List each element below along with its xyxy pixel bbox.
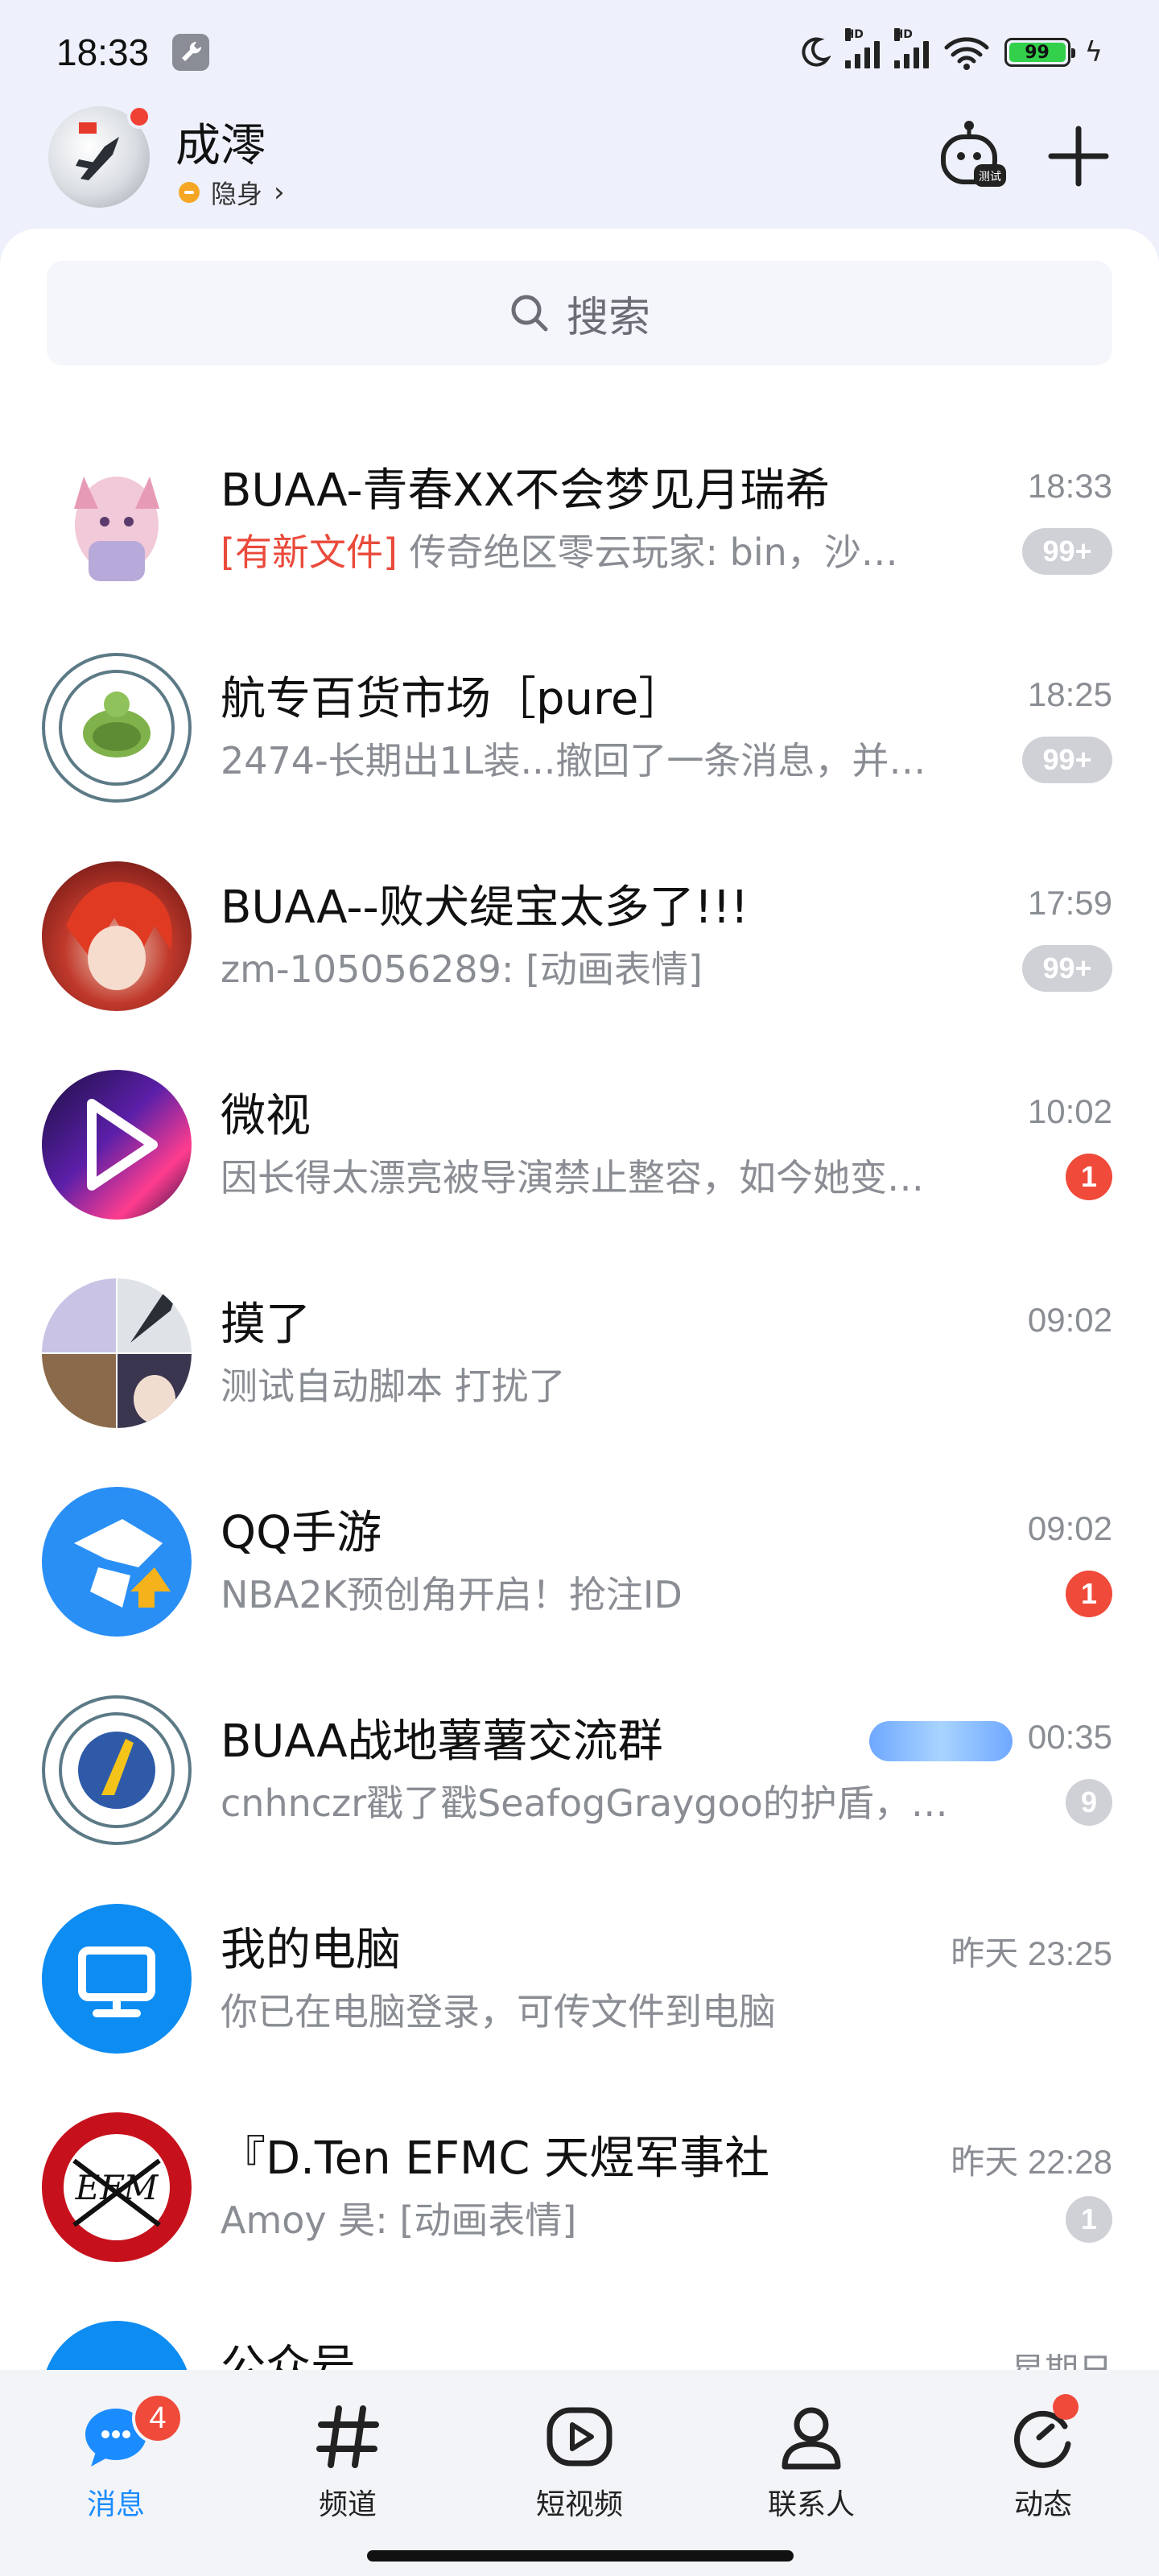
svg-text:测试: 测试 xyxy=(979,171,1001,184)
conversation-preview: NBA2K预创角开启！抢注ID xyxy=(221,1573,683,1616)
conversation-time: 18:25 xyxy=(1027,675,1112,713)
play-icon xyxy=(547,2407,612,2467)
conversation-preview: 测试自动脚本 打扰了 xyxy=(221,1364,566,1408)
status-icons: HD HD 99 ϟ xyxy=(798,28,1103,72)
battery-level: 99 xyxy=(1008,43,1066,63)
conversation-title: QQ手游 xyxy=(221,1507,382,1559)
group-title-decoration xyxy=(869,1721,1013,1761)
charging-icon: ϟ xyxy=(1084,36,1103,68)
tab-contacts[interactable]: 联系人 xyxy=(731,2402,892,2547)
conversation-time: 00:35 xyxy=(1027,1718,1112,1756)
moon-icon xyxy=(801,37,831,67)
conversation-title: BUAA战地薯薯交流群 xyxy=(221,1715,663,1768)
main-panel: 搜索 BUAA-青春XX不会梦见月瑞希 [有新文件] 传奇绝区零云玩家: bin… xyxy=(0,229,1159,2471)
search-placeholder: 搜索 xyxy=(566,293,650,342)
profile-name[interactable]: 成澪 xyxy=(175,109,266,175)
conversation-time: 09:02 xyxy=(1027,1301,1112,1339)
hashtag-icon xyxy=(316,2405,379,2468)
tab-channels[interactable]: 频道 xyxy=(267,2402,428,2547)
chevron-right-icon: › xyxy=(274,176,285,208)
home-indicator[interactable] xyxy=(367,2550,794,2562)
tab-messages[interactable]: 4 消息 xyxy=(35,2392,196,2547)
group-avatar: EFM xyxy=(42,2112,192,2262)
conversation-title: 摸了 xyxy=(221,1298,311,1351)
avatar-notification-dot xyxy=(127,105,151,129)
conversation-title: 微视 xyxy=(221,1090,311,1142)
conversation-time: 17:59 xyxy=(1027,884,1112,922)
conversation-row[interactable]: 微视 因长得太漂亮被导演禁止整容，如今她变… 10:02 1 xyxy=(0,1039,1159,1248)
unread-badge: 99+ xyxy=(1022,737,1112,783)
tab-short-video[interactable]: 短视频 xyxy=(499,2402,660,2547)
status-bar: 18:33 HD HD 99 ϟ xyxy=(0,0,1159,97)
conversation-preview: cnhnczr戳了戳SeafogGraygoo的护盾，… xyxy=(221,1781,948,1825)
my-computer-avatar xyxy=(42,1904,192,2054)
tab-label: 联系人 xyxy=(767,2488,855,2521)
conversation-preview: [有新文件] 传奇绝区零云玩家: bin，沙… xyxy=(221,523,993,576)
conversation-preview: 你已在电脑登录，可传文件到电脑 xyxy=(221,1990,776,2033)
unread-badge: 99+ xyxy=(1022,945,1112,992)
conversation-preview: Amoy 昊: [动画表情] xyxy=(221,2198,577,2242)
tab-label: 消息 xyxy=(86,2488,145,2521)
conversation-preview: 2474-长期出1L装...撤回了一条消息，并… xyxy=(221,739,926,782)
status-time: 18:33 xyxy=(56,31,150,73)
group-avatar xyxy=(42,444,192,594)
conversation-time: 昨天 22:28 xyxy=(951,2143,1112,2181)
group-avatar xyxy=(42,861,192,1011)
conversation-row[interactable]: EFM 『D.Ten EFMC 天煜军事社 Amoy 昊: [动画表情] 昨天 … xyxy=(0,2082,1159,2290)
group-avatar xyxy=(42,1695,192,1845)
conversation-title: 航专百货市场［pure］ xyxy=(221,673,684,725)
unread-badge: 1 xyxy=(1066,2196,1112,2243)
conversation-preview: zm-105056289: [动画表情] xyxy=(221,947,703,991)
conversation-time: 18:33 xyxy=(1027,467,1112,505)
moments-notification-dot xyxy=(1053,2394,1079,2420)
conversation-time: 昨天 23:25 xyxy=(951,1934,1112,1972)
unread-badge: 1 xyxy=(1066,1571,1112,1617)
conversation-preview: 因长得太漂亮被导演禁止整容，如今她变… xyxy=(221,1156,924,1199)
wifi-icon xyxy=(944,37,989,70)
online-status-label: 隐身 xyxy=(211,179,263,209)
conversation-time: 09:02 xyxy=(1027,1509,1112,1547)
tab-moments[interactable]: 动态 xyxy=(963,2394,1124,2547)
unread-badge: 99+ xyxy=(1022,528,1112,575)
invisible-status-icon xyxy=(179,182,200,203)
tab-label: 动态 xyxy=(1013,2488,1072,2521)
qq-games-avatar xyxy=(42,1487,192,1637)
conversation-time: 10:02 xyxy=(1027,1092,1112,1130)
plus-icon[interactable] xyxy=(1048,126,1109,187)
conversation-row[interactable]: QQ手游 NBA2K预创角开启！抢注ID 09:02 1 xyxy=(0,1456,1159,1665)
conversation-row[interactable]: BUAA-青春XX不会梦见月瑞希 [有新文件] 传奇绝区零云玩家: bin，沙…… xyxy=(0,414,1159,622)
online-status[interactable]: 隐身 › xyxy=(179,174,285,211)
conversation-title: BUAA--败犬缇宝太多了!!! xyxy=(221,881,749,934)
group-avatar xyxy=(42,653,192,803)
header: 成澪 隐身 › 测试 xyxy=(0,97,1159,217)
bottom-tab-bar: 4 消息 频道 短视频 联系人 动态 xyxy=(0,2370,1159,2576)
search-icon xyxy=(511,295,548,332)
group-avatar-collage xyxy=(42,1278,192,1428)
conversation-row[interactable]: 摸了 测试自动脚本 打扰了 09:02 xyxy=(0,1248,1159,1456)
search-bar[interactable]: 搜索 xyxy=(47,261,1112,365)
messages-badge: 4 xyxy=(132,2392,184,2444)
signal-icon-2: HD xyxy=(893,28,929,68)
conversation-title: 『D.Ten EFMC 天煜军事社 xyxy=(221,2132,770,2185)
signal-icon: HD xyxy=(844,28,880,68)
unread-badge: 9 xyxy=(1066,1779,1112,1826)
wrench-icon xyxy=(172,34,209,71)
conversation-row[interactable]: 航专百货市场［pure］ 2474-长期出1L装...撤回了一条消息，并… 18… xyxy=(0,622,1159,831)
tab-label: 短视频 xyxy=(535,2488,623,2521)
robot-test-icon[interactable]: 测试 xyxy=(937,119,1009,192)
svg-text:EFM: EFM xyxy=(75,2168,159,2207)
conversation-row[interactable]: 我的电脑 你已在电脑登录，可传文件到电脑 昨天 23:25 xyxy=(0,1873,1159,2082)
conversation-title: 我的电脑 xyxy=(221,1924,401,1976)
unread-badge: 1 xyxy=(1066,1154,1112,1200)
conversation-row[interactable]: BUAA战地薯薯交流群 cnhnczr戳了戳SeafogGraygoo的护盾，…… xyxy=(0,1665,1159,1873)
conversation-preview-text: 传奇绝区零云玩家: bin，沙… xyxy=(397,530,898,574)
weishi-avatar xyxy=(42,1070,192,1220)
conversation-title: BUAA-青春XX不会梦见月瑞希 xyxy=(221,464,831,517)
person-icon xyxy=(782,2407,841,2470)
battery-icon: 99 xyxy=(1004,38,1075,67)
tab-label: 频道 xyxy=(318,2488,377,2521)
new-file-tag: [有新文件] xyxy=(221,530,398,574)
conversation-list: BUAA-青春XX不会梦见月瑞希 [有新文件] 传奇绝区零云玩家: bin，沙…… xyxy=(0,414,1159,2499)
conversation-row[interactable]: BUAA--败犬缇宝太多了!!! zm-105056289: [动画表情] 17… xyxy=(0,831,1159,1039)
